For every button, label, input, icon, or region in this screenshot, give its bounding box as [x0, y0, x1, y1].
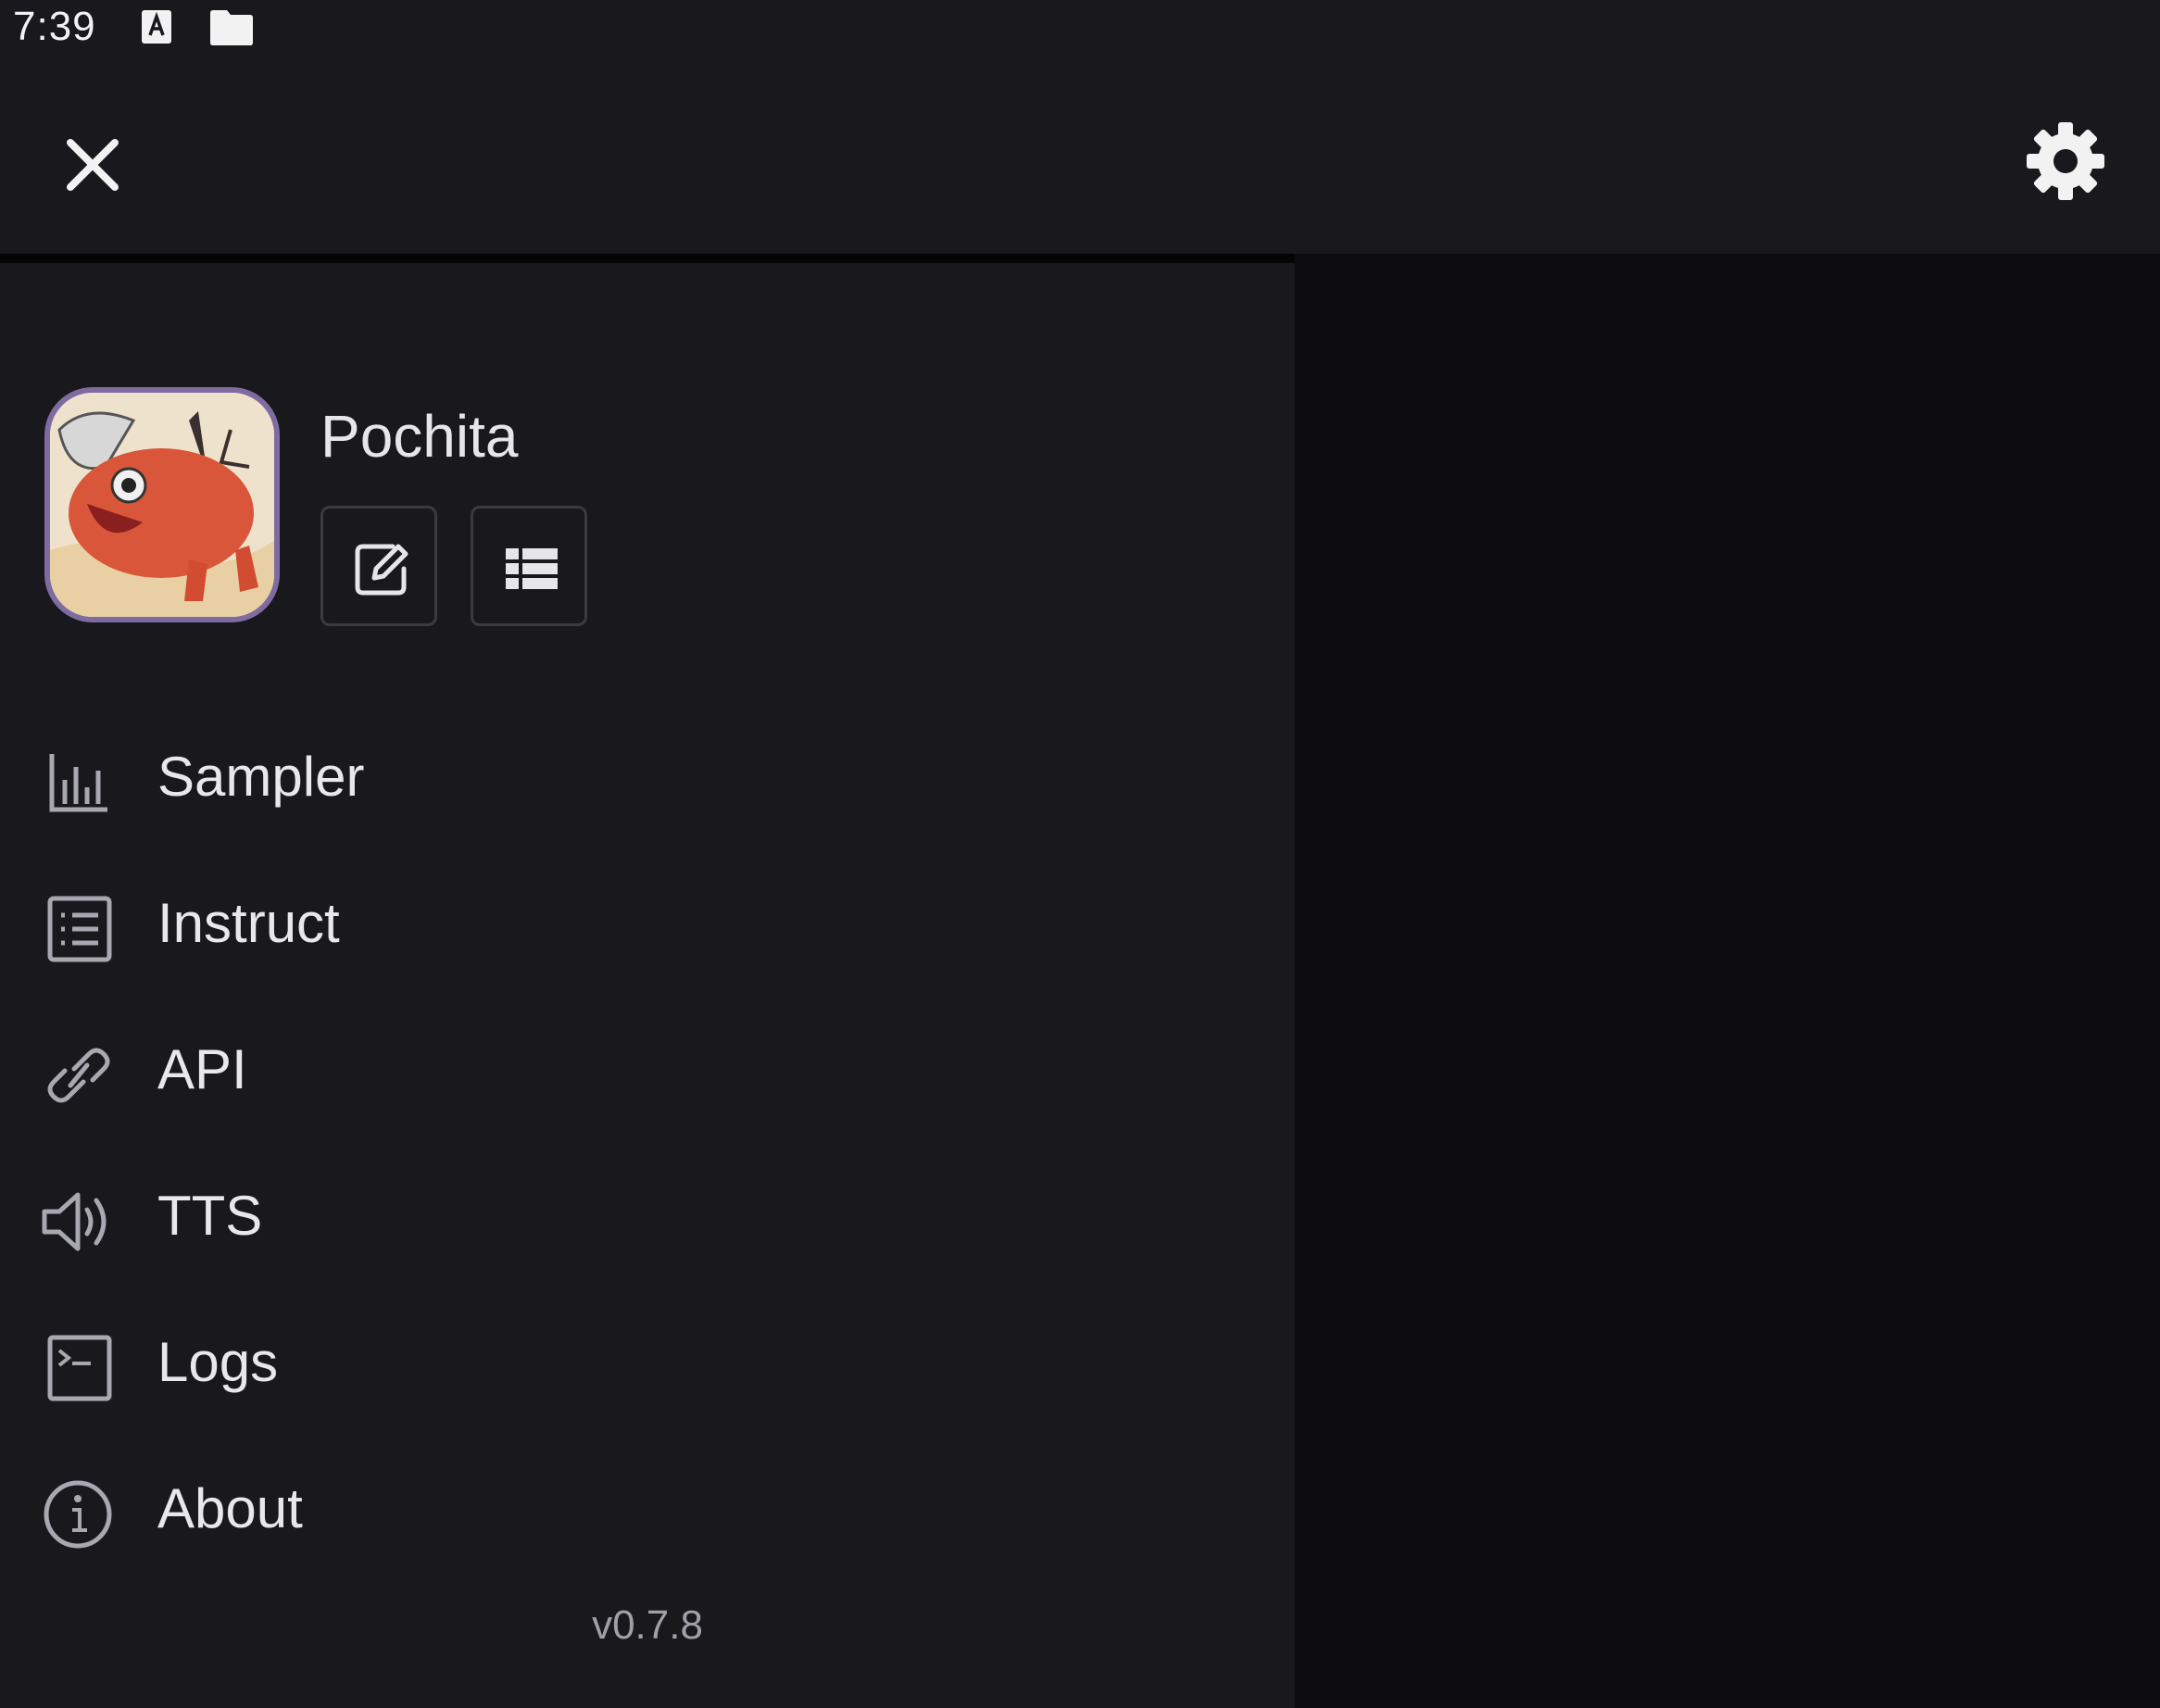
menu-item-label: Sampler	[157, 746, 365, 808]
app-version: v0.7.8	[592, 1602, 703, 1648]
app-root: 7:39 Pochita Sampler Instruct API TTS Lo…	[0, 0, 2160, 1708]
scrim-panel[interactable]	[1295, 254, 2160, 1708]
info-icon	[44, 1480, 112, 1549]
drawer-menu: Sampler Instruct API TTS Logs About	[0, 708, 1295, 1586]
bar-chart-icon	[49, 754, 107, 812]
list-icon	[506, 548, 558, 589]
navigation-drawer: Pochita Sampler Instruct API TTS Logs Ab…	[0, 263, 1295, 1708]
menu-item-label: TTS	[157, 1185, 263, 1247]
edit-character-button[interactable]	[320, 506, 437, 626]
top-bar	[0, 57, 2160, 254]
edit-icon	[355, 544, 408, 596]
keyboard-a-icon	[142, 10, 171, 44]
close-icon[interactable]	[56, 128, 130, 202]
menu-item-label: API	[157, 1038, 247, 1100]
status-bar: 7:39	[0, 0, 2160, 57]
drawer-divider	[0, 254, 1295, 263]
menu-item-label: Logs	[157, 1331, 279, 1393]
terminal-icon	[47, 1335, 112, 1401]
avatar[interactable]	[44, 387, 280, 622]
gear-icon[interactable]	[2019, 115, 2112, 207]
menu-item-label: Instruct	[157, 892, 340, 954]
menu-item-label: About	[157, 1477, 303, 1539]
menu-item-tts[interactable]: TTS	[0, 1147, 1295, 1293]
menu-item-instruct[interactable]: Instruct	[0, 854, 1295, 1000]
menu-item-about[interactable]: About	[0, 1439, 1295, 1586]
menu-item-sampler[interactable]: Sampler	[0, 708, 1295, 854]
link-icon	[47, 1048, 110, 1103]
avatar-image	[50, 393, 274, 617]
status-time: 7:39	[13, 4, 96, 49]
sd-card-icon	[210, 10, 253, 45]
character-name: Pochita	[320, 403, 519, 470]
list-box-icon	[47, 896, 112, 962]
menu-item-logs[interactable]: Logs	[0, 1293, 1295, 1439]
speaker-icon	[42, 1192, 107, 1251]
menu-item-api[interactable]: API	[0, 1000, 1295, 1147]
character-list-button[interactable]	[471, 506, 587, 626]
